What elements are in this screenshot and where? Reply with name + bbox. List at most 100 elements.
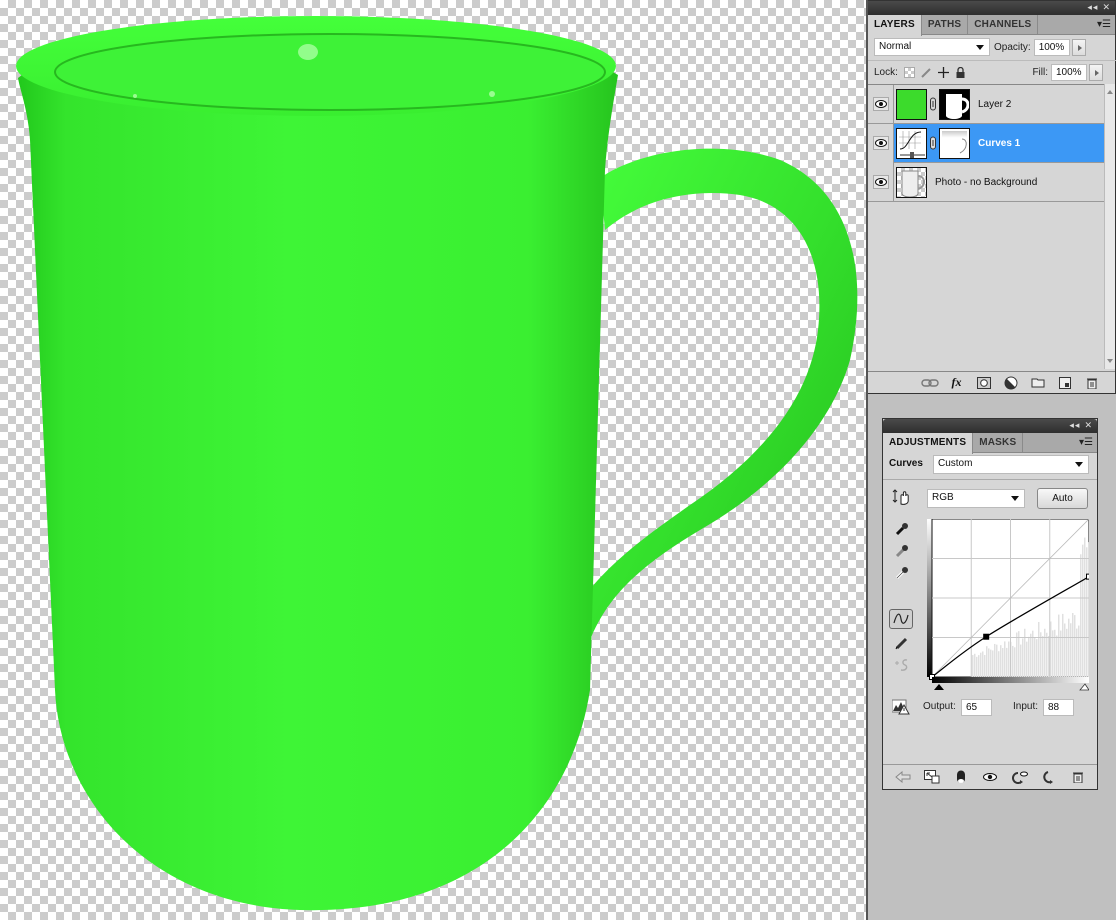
histogram-bar (1026, 641, 1028, 677)
trash-icon[interactable] (1064, 768, 1091, 786)
layer-row-layer-2[interactable]: Layer 2 (868, 84, 1104, 124)
histogram-bar (1086, 547, 1088, 677)
layer-row-curves-1[interactable]: Curves 1 (868, 123, 1104, 163)
new-layer-icon[interactable] (1051, 374, 1078, 392)
scroll-up-icon[interactable] (1107, 90, 1113, 94)
output-field[interactable]: 65 (961, 699, 992, 716)
curve-control-point[interactable] (1086, 573, 1090, 580)
scroll-down-icon[interactable] (1107, 359, 1113, 363)
opacity-slider-button[interactable] (1071, 38, 1086, 56)
histogram-bar (1018, 631, 1020, 677)
add-mask-icon[interactable] (970, 374, 997, 392)
mug-handle (575, 148, 858, 701)
histogram-bar (1016, 632, 1018, 677)
histogram-bar (1058, 614, 1060, 677)
back-icon[interactable] (889, 768, 916, 786)
input-field[interactable]: 88 (1043, 699, 1074, 716)
histogram-bar (1040, 632, 1042, 677)
white-point-eyedropper-icon[interactable] (890, 563, 914, 583)
clip-to-layer-icon[interactable] (918, 768, 945, 786)
histogram-bar (1074, 615, 1076, 677)
visibility-eye-icon[interactable] (872, 97, 889, 111)
collapse-icon[interactable]: ◂◂ (1069, 420, 1080, 431)
lock-position-move-icon[interactable] (937, 67, 949, 78)
white-point-slider[interactable] (1079, 683, 1089, 691)
link-layers-icon[interactable] (916, 374, 943, 392)
preset-value: Custom (938, 458, 973, 469)
adjustment-layer-icon[interactable] (997, 374, 1024, 392)
tab-layers[interactable]: LAYERS (868, 15, 922, 36)
reset-icon[interactable] (1035, 768, 1062, 786)
histogram-bar (1076, 628, 1078, 677)
trash-icon[interactable] (1078, 374, 1105, 392)
adjustments-panel: ◂◂ ✕ ADJUSTMENTS MASKS ▾☰ Curves Custom … (882, 418, 1098, 790)
lock-all-icon[interactable] (955, 66, 966, 78)
view-previous-icon[interactable] (1006, 768, 1033, 786)
auto-button[interactable]: Auto (1037, 488, 1088, 509)
fill-slider-button[interactable] (1089, 64, 1103, 81)
adjustments-panel-titlebar[interactable]: ◂◂ ✕ (883, 419, 1097, 433)
layer-thumbnail[interactable] (896, 166, 927, 198)
clipping-warning-icon[interactable] (889, 697, 913, 717)
adjustments-tabs: ADJUSTMENTS MASKS ▾☰ (883, 433, 1097, 454)
blend-mode-select[interactable]: Normal (874, 38, 990, 56)
fill-label: Fill: (1032, 67, 1048, 78)
black-point-eyedropper-icon[interactable] (890, 519, 914, 539)
curve-control-point[interactable] (983, 633, 990, 640)
histogram-bar (974, 653, 976, 677)
histogram-bar (1082, 544, 1084, 677)
histogram-bar (1070, 623, 1072, 677)
preset-select[interactable]: Custom (933, 455, 1089, 474)
histogram-bar (1056, 635, 1058, 677)
histogram-bar (1002, 648, 1004, 677)
layer-mask-thumbnail[interactable] (939, 127, 970, 159)
tab-paths[interactable]: PATHS (922, 15, 969, 34)
histogram-bar (998, 651, 1000, 677)
fill-field[interactable]: 100% (1051, 64, 1087, 81)
lock-transparent-icon[interactable] (903, 67, 915, 78)
visibility-icon[interactable] (976, 768, 1003, 786)
opacity-field[interactable]: 100% (1033, 38, 1070, 56)
lock-image-brush-icon[interactable] (921, 67, 932, 78)
on-image-adjust-hand-icon[interactable] (889, 487, 913, 507)
layer-mask-thumbnail[interactable] (939, 88, 970, 120)
histogram-bar (1042, 636, 1044, 677)
tab-masks[interactable]: MASKS (973, 433, 1024, 452)
channel-select[interactable]: RGB (927, 489, 1025, 508)
pencil-draw-tool-icon[interactable] (890, 633, 914, 653)
close-icon[interactable]: ✕ (1102, 2, 1111, 13)
blend-mode-value: Normal (879, 41, 912, 52)
curves-graph[interactable] (927, 519, 1089, 695)
histogram-bar (1036, 639, 1038, 677)
close-icon[interactable]: ✕ (1084, 420, 1093, 431)
collapse-icon[interactable]: ◂◂ (1087, 2, 1098, 13)
fx-icon[interactable]: fx (943, 374, 970, 392)
panel-menu-icon[interactable]: ▾☰ (1079, 437, 1093, 448)
tab-channels[interactable]: CHANNELS (968, 15, 1039, 34)
tab-adjustments[interactable]: ADJUSTMENTS (883, 433, 974, 454)
panel-menu-icon[interactable]: ▾☰ (1097, 19, 1111, 30)
layers-scrollbar[interactable] (1104, 84, 1115, 369)
visibility-eye-icon[interactable] (872, 175, 889, 189)
edit-points-curve-tool-icon[interactable] (889, 609, 913, 629)
black-point-slider[interactable] (934, 684, 944, 690)
opacity-label: Opacity: (994, 41, 1031, 53)
smooth-curve-icon[interactable] (890, 655, 914, 675)
histogram-bar (992, 650, 994, 677)
document-canvas[interactable] (0, 0, 868, 920)
visibility-eye-icon[interactable] (872, 136, 889, 150)
layers-panel-titlebar[interactable]: ◂◂ ✕ (868, 1, 1115, 15)
layer-name[interactable]: Curves 1 (978, 138, 1020, 149)
histogram-bar (972, 655, 974, 677)
layer-thumbnail[interactable] (896, 88, 927, 120)
layer-row-photo-no-background[interactable]: Photo - no Background (868, 162, 1104, 202)
new-group-icon[interactable] (1024, 374, 1051, 392)
histogram-bar (976, 656, 978, 677)
highlight (133, 94, 137, 98)
histogram-bar (1064, 623, 1066, 677)
gray-point-eyedropper-icon[interactable] (890, 541, 914, 561)
mask-icon[interactable] (947, 768, 974, 786)
curves-adjustment-thumbnail[interactable] (896, 127, 927, 159)
layer-name[interactable]: Layer 2 (978, 99, 1011, 110)
layer-name[interactable]: Photo - no Background (935, 177, 1037, 188)
